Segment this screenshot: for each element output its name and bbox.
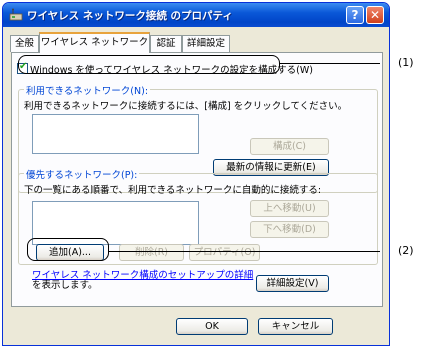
available-networks-description: 利用できるネットワークに接続するには、[構成] をクリックしてください。 xyxy=(24,101,348,112)
properties-button[interactable]: プロパティ(O) xyxy=(189,244,260,261)
tab-panel: ✔ Windows を使ってワイヤレス ネットワークの設定を構成する(W) 利用… xyxy=(11,52,383,307)
tab-advanced[interactable]: 詳細設定 xyxy=(182,35,230,52)
callout-oval-1 xyxy=(18,55,280,74)
cancel-button[interactable]: キャンセル xyxy=(258,318,333,335)
move-down-button[interactable]: 下へ移動(D) xyxy=(250,221,329,238)
tab-authentication[interactable]: 認証 xyxy=(150,35,182,52)
window-title: ワイヤレス ネットワーク接続 のプロパティ xyxy=(27,10,233,22)
callout-line-1 xyxy=(280,63,380,64)
tab-wireless-networks[interactable]: ワイヤレス ネットワーク xyxy=(39,32,150,53)
network-connection-icon xyxy=(9,8,23,21)
properties-window: ワイヤレス ネットワーク接続 のプロパティ ? ✕ 全般 ワイヤレス ネットワー… xyxy=(2,2,390,346)
callout-line-2 xyxy=(109,251,380,252)
advanced-settings-button[interactable]: 詳細設定(V) xyxy=(256,275,329,292)
configure-button[interactable]: 構成(C) xyxy=(250,138,329,155)
callout-label-1: (1) xyxy=(398,56,414,69)
title-bar[interactable]: ワイヤレス ネットワーク接続 のプロパティ ? ✕ xyxy=(3,3,389,27)
preferred-networks-description: 下の一覧にある順番で、利用できるネットワークに自動的に接続する: xyxy=(24,185,322,196)
tab-general[interactable]: 全般 xyxy=(10,35,39,52)
available-networks-title: 利用できるネットワーク(N): xyxy=(24,83,151,97)
ok-button[interactable]: OK xyxy=(176,318,248,335)
help-button[interactable]: ? xyxy=(346,6,364,24)
remove-button[interactable]: 削除(R) xyxy=(119,244,184,261)
move-up-button[interactable]: 上へ移動(U) xyxy=(250,200,329,217)
setup-details-line2: を表示します。 xyxy=(32,280,98,291)
available-networks-list[interactable] xyxy=(32,114,199,154)
preferred-networks-title: 優先するネットワーク(P): xyxy=(24,167,140,181)
callout-label-2: (2) xyxy=(398,244,414,257)
callout-oval-2 xyxy=(27,238,109,261)
close-button[interactable]: ✕ xyxy=(366,6,384,24)
